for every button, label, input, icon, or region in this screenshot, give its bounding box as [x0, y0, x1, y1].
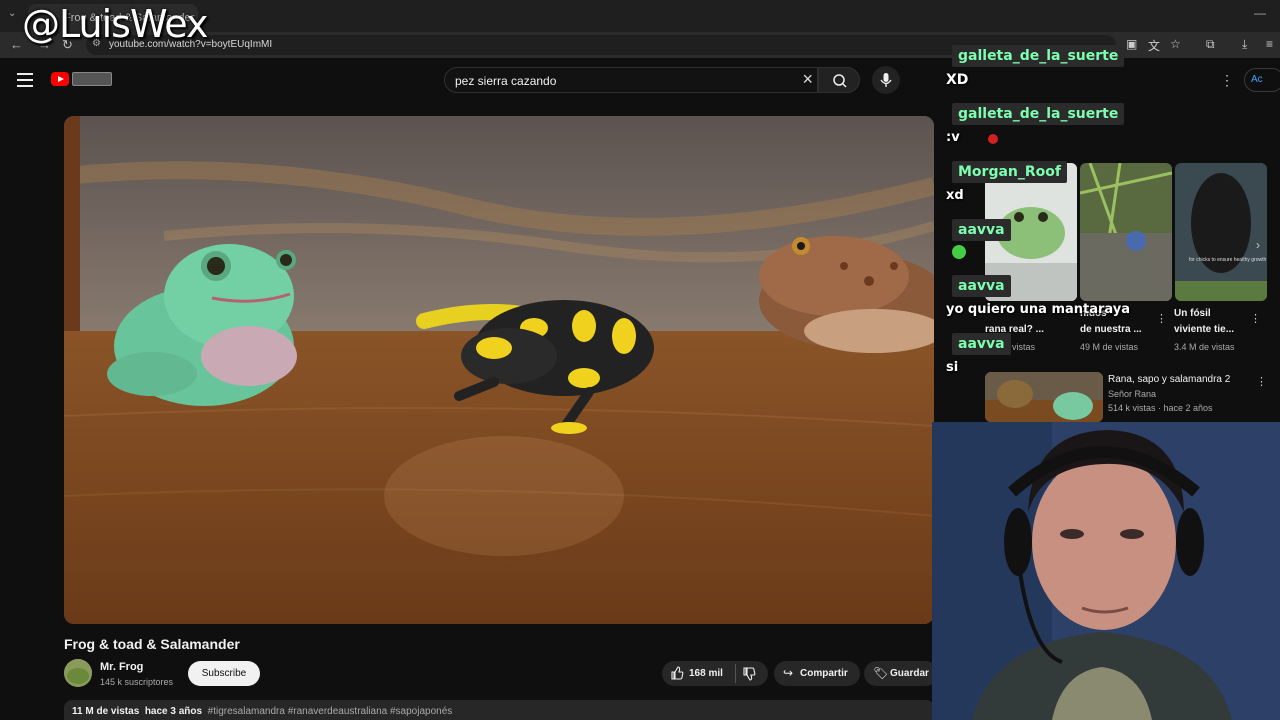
view-count: 11 M de vistas [72, 706, 140, 717]
like-dislike-group: 168 mil [662, 661, 768, 686]
hamburger-menu-icon[interactable] [17, 73, 33, 87]
sign-in-button[interactable]: Ac [1244, 68, 1280, 92]
streamer-watermark: @LuisWex [22, 2, 208, 46]
minimize-icon[interactable]: — [1254, 6, 1266, 20]
search-query: pez sierra cazando [455, 74, 557, 88]
subscribe-button[interactable]: Subscribe [188, 661, 260, 686]
subscriber-count: 145 k suscriptores [100, 677, 174, 687]
search-input[interactable]: pez sierra cazando × [444, 67, 818, 93]
short-2-views: 49 M de vistas [1080, 342, 1139, 352]
sign-in-label: Ac [1251, 74, 1263, 85]
youtube-logo-icon[interactable] [51, 72, 69, 86]
cast-icon[interactable]: ▣ [1126, 37, 1137, 51]
recommended-video-channel[interactable]: Señor Rana [1108, 389, 1156, 399]
short-3-caption: for chicks to ensure healthy growth [1189, 257, 1266, 263]
profile-icon[interactable]: ≡ [1266, 37, 1273, 51]
search-button[interactable] [818, 67, 860, 93]
chat-username: galleta_de_la_suerte [952, 45, 1125, 67]
recommended-video-thumbnail-image [985, 372, 1103, 422]
recommended-video-meta: 514 k vistas · hace 2 años [1108, 403, 1213, 413]
like-divider [735, 664, 736, 683]
short-3-title[interactable]: viviente tie... [1174, 324, 1234, 335]
translate-icon[interactable]: 文 [1148, 37, 1160, 54]
youtube-doodle-logo[interactable] [72, 72, 112, 86]
upload-age: hace 3 años [144, 706, 203, 717]
settings-more-icon[interactable]: ⋮ [1220, 72, 1234, 89]
short-thumbnail-3[interactable]: for chicks to ensure healthy growth [1175, 163, 1267, 301]
chat-message: si [946, 360, 959, 375]
extensions-icon[interactable]: ⧉ [1206, 37, 1215, 52]
share-label: Compartir [800, 668, 848, 679]
chat-emote-icon [952, 245, 966, 259]
short-2-more-icon[interactable]: ⋮ [1156, 312, 1167, 325]
like-icon[interactable] [670, 666, 684, 680]
download-icon[interactable]: ⤓ [1242, 37, 1247, 52]
webcam-image [932, 422, 1280, 720]
recommended-video-more-icon[interactable]: ⋮ [1256, 375, 1267, 388]
tab-search-icon[interactable]: ⌄ [8, 8, 16, 19]
webcam-feed [932, 422, 1280, 720]
channel-name[interactable]: Mr. Frog [100, 661, 143, 673]
chevron-right-icon[interactable]: › [1256, 238, 1260, 252]
share-icon: ↪ [783, 666, 794, 680]
chat-message: XD [946, 72, 969, 88]
dislike-icon[interactable] [742, 667, 756, 681]
channel-avatar-image [64, 659, 92, 687]
save-button[interactable]: 🏷 Guardar [864, 661, 938, 686]
short-thumbnail-3-image: for chicks to ensure healthy growth [1175, 163, 1267, 301]
channel-avatar[interactable] [64, 659, 92, 687]
voice-search-button[interactable] [872, 66, 900, 94]
video-title: Frog & toad & Salamander [64, 636, 240, 652]
save-label: Guardar [890, 668, 929, 679]
clear-search-icon[interactable]: × [802, 69, 813, 90]
chat-username: aavva [952, 333, 1011, 355]
short-2-title[interactable]: de nuestra ... [1080, 324, 1142, 335]
short-3-views: 3.4 M de vistas [1174, 342, 1235, 352]
short-1-views: vistas [1012, 342, 1036, 352]
chat-username: Morgan_Roof [952, 161, 1067, 183]
short-thumbnail-2-image [1080, 163, 1172, 301]
recommended-video-title[interactable]: Rana, sapo y salamandra 2 [1108, 374, 1230, 385]
chat-message: yo quiero una mantaraya [946, 302, 1131, 317]
search-icon [833, 74, 847, 88]
chat-username: galleta_de_la_suerte [952, 103, 1125, 125]
video-frame [64, 116, 934, 624]
microphone-icon [880, 73, 892, 87]
share-button[interactable]: ↪ Compartir [774, 661, 860, 686]
short-thumbnail-2[interactable] [1080, 163, 1172, 301]
chat-username: aavva [952, 219, 1011, 241]
video-player[interactable] [64, 116, 934, 624]
short-3-title-top[interactable]: Un fósil [1174, 308, 1211, 319]
save-bookmark-icon: 🏷 [873, 666, 889, 680]
description-box[interactable]: 11 M de vistas hace 3 años #tigresalaman… [64, 700, 934, 720]
hashtags[interactable]: #tigresalamandra #ranaverdeaustraliana #… [208, 706, 453, 717]
like-count[interactable]: 168 mil [689, 668, 723, 679]
chat-message: :v [946, 130, 960, 145]
chat-emote-icon [988, 134, 998, 144]
bookmark-star-icon[interactable]: ☆ [1170, 37, 1181, 51]
short-3-more-icon[interactable]: ⋮ [1250, 312, 1261, 325]
chat-message: xd [946, 188, 964, 203]
chat-username: aavva [952, 275, 1011, 297]
recommended-video-thumbnail[interactable] [985, 372, 1103, 422]
